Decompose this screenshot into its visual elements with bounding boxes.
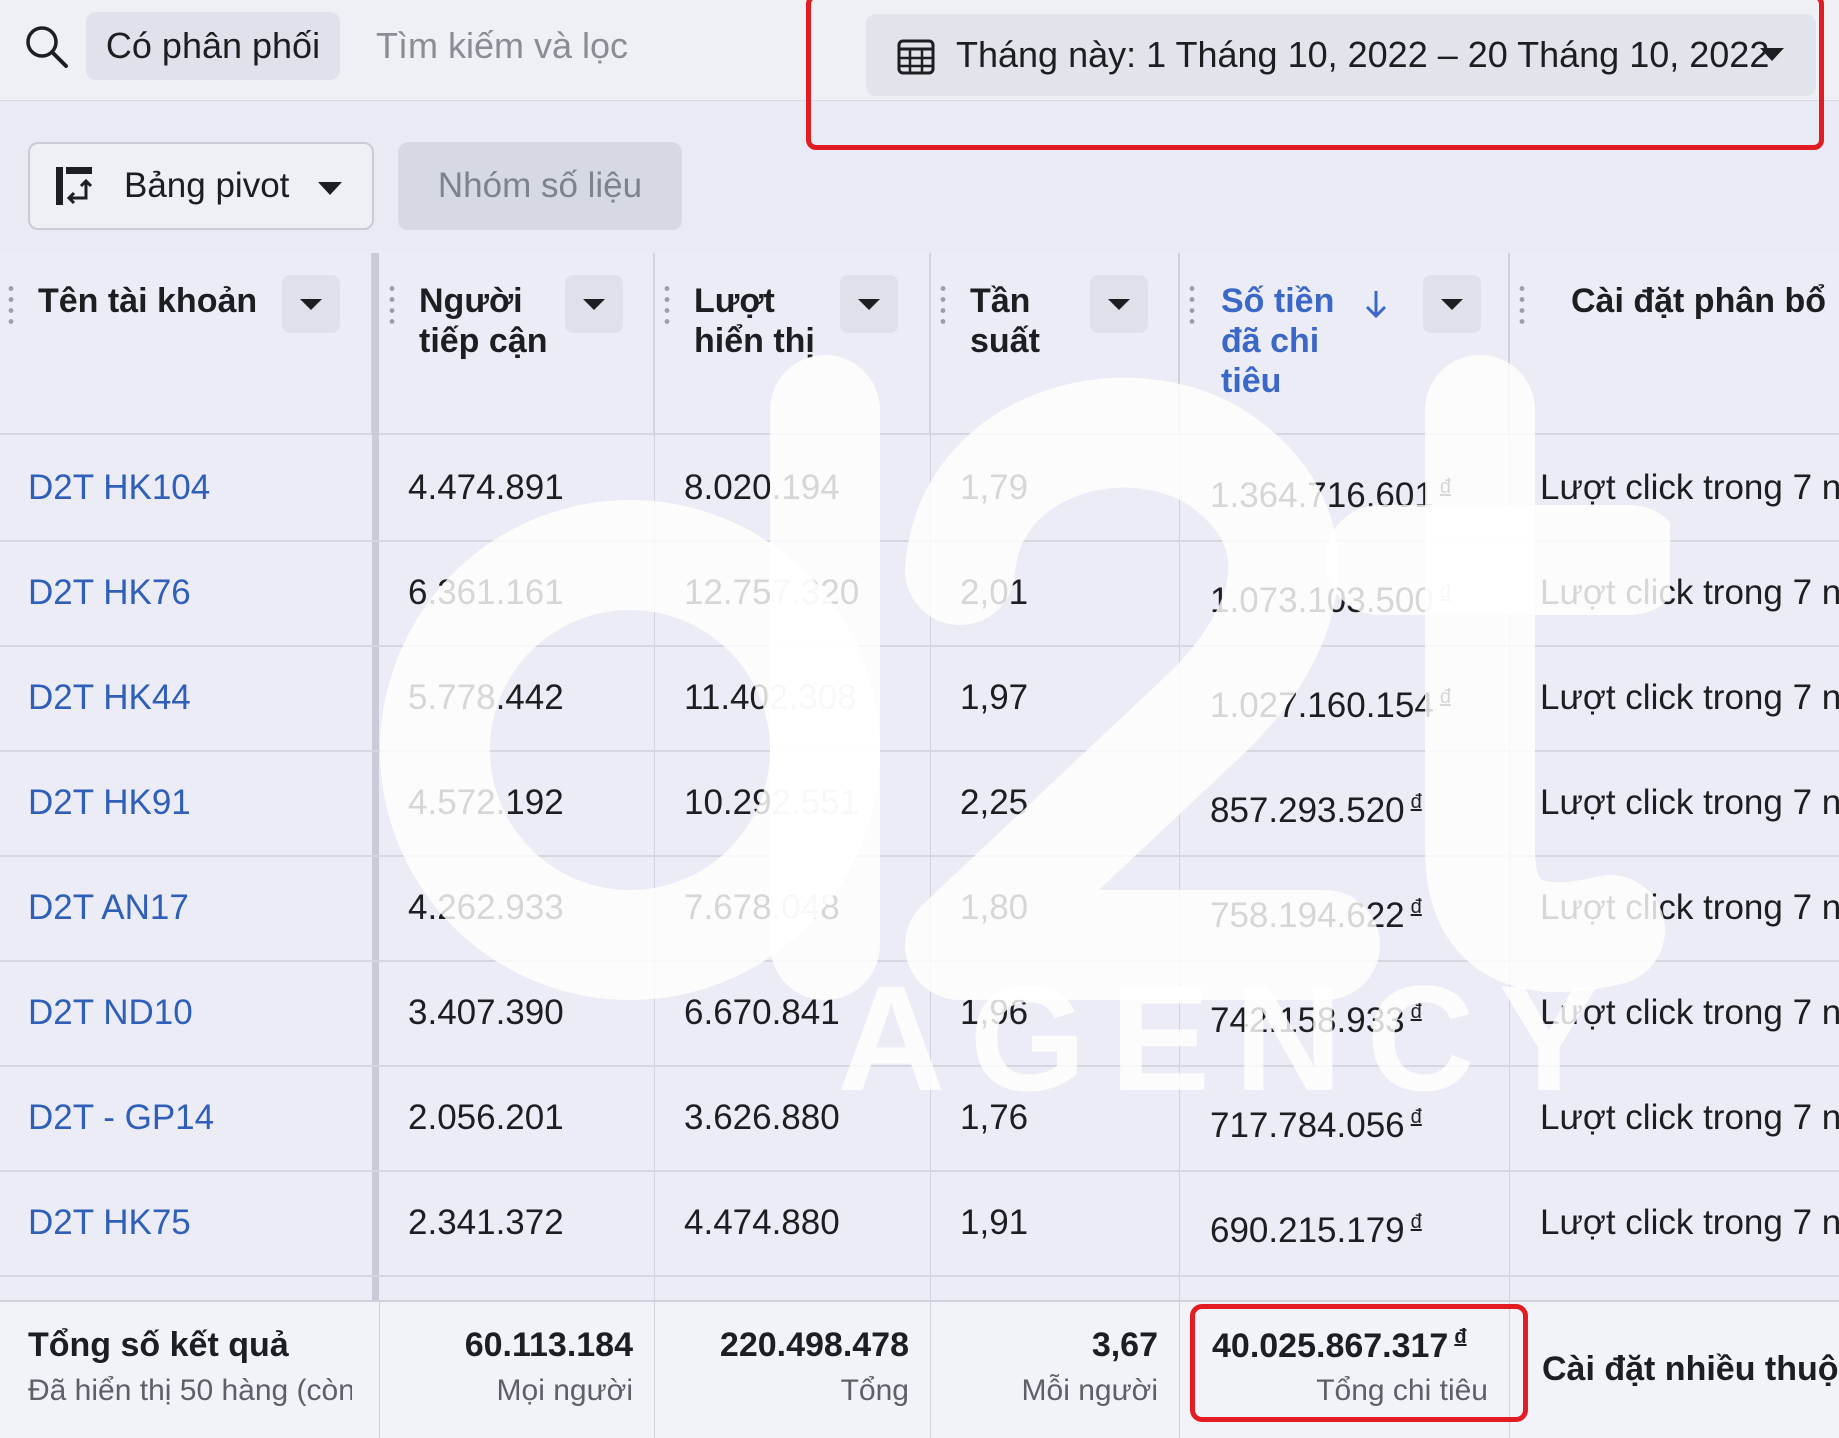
rows-shown-text: Đã hiển thị 50 hàng (còn	[28, 1374, 352, 1407]
impressions-cell: 6.670.841	[684, 993, 840, 1032]
totals-label-cell: Tổng số kết quả Đã hiển thị 50 hàng (còn	[0, 1302, 378, 1438]
drag-handle-icon[interactable]	[389, 283, 395, 327]
column-header-attribution[interactable]: Cài đặt phân bổ	[1509, 253, 1839, 433]
frequency-cell: 1,96	[960, 993, 1029, 1032]
reach-cell: 2.056.201	[408, 1098, 564, 1137]
sort-descending-icon[interactable]	[1363, 289, 1389, 319]
spend-cell: 690.215.179 đ	[1210, 1211, 1422, 1250]
account-name-link[interactable]: D2T ND10	[28, 960, 193, 1065]
account-name-link[interactable]: D2T HK104	[28, 435, 210, 540]
reach-cell: 2.341.372	[408, 1203, 564, 1242]
pivot-icon	[56, 167, 93, 205]
frequency-cell: 1,76	[960, 1098, 1029, 1137]
attribution-cell: Lượt click trong 7 n	[1540, 888, 1839, 927]
search-input[interactable]: Tìm kiếm và lọc	[376, 12, 628, 80]
impressions-cell: 11.402.308	[684, 678, 857, 717]
column-menu-button[interactable]	[840, 275, 898, 333]
impressions-cell: 3.626.880	[684, 1098, 840, 1137]
reach-cell: 4.474.891	[408, 468, 564, 507]
frequency-total-cell: 3,67 Mỗi người	[930, 1302, 1180, 1438]
data-table: Tên tài khoản Người tiếp cận Lượt hiển t…	[0, 253, 1839, 1438]
attribution-cell: Lượt click trong 7 n	[1540, 1203, 1839, 1242]
table-row[interactable]: D2T HK75 2.341.372 4.474.880 1,91 690.21…	[0, 1170, 1839, 1275]
spend-cell: 1.027.160.154 đ	[1210, 686, 1451, 725]
chevron-down-icon	[318, 182, 342, 195]
table-row[interactable]: D2T HK44 5.778.442 11.402.308 1,97 1.027…	[0, 645, 1839, 750]
column-menu-button[interactable]	[1423, 275, 1481, 333]
metric-group-button[interactable]: Nhóm số liệu	[398, 142, 682, 230]
reach-cell: 3.407.390	[408, 993, 564, 1032]
reach-cell: 5.778.442	[408, 678, 564, 717]
filter-chip-delivery[interactable]: Có phân phối	[86, 12, 340, 80]
attribution-cell: Lượt click trong 7 n	[1540, 993, 1839, 1032]
reach-total-cell: 60.113.184 Mọi người	[379, 1302, 655, 1438]
reach-cell: 6.361.161	[408, 573, 564, 612]
column-menu-button[interactable]	[282, 275, 340, 333]
search-icon[interactable]	[22, 22, 70, 70]
spend-cell: 717.784.056 đ	[1210, 1106, 1422, 1145]
frequency-cell: 1,97	[960, 678, 1029, 717]
table-row[interactable]: D2T HK104 4.474.891 8.020.194 1,79 1.364…	[0, 435, 1839, 540]
pivot-table-label: Bảng pivot	[124, 166, 290, 205]
drag-handle-icon[interactable]	[1519, 283, 1525, 327]
column-header-impressions[interactable]: Lượt hiển thị	[654, 253, 930, 433]
attribution-total-cell: Cài đặt nhiều thuộc	[1509, 1302, 1839, 1438]
table-row[interactable]: D2T ND10 3.407.390 6.670.841 1,96 742.15…	[0, 960, 1839, 1065]
account-name-link[interactable]: D2T - GP14	[28, 1065, 214, 1170]
spend-cell: 758.194.622 đ	[1210, 896, 1422, 935]
impressions-cell: 8.020.194	[684, 468, 840, 507]
impressions-cell: 10.292.551	[684, 783, 860, 822]
drag-handle-icon[interactable]	[1189, 283, 1195, 327]
column-menu-button[interactable]	[1090, 275, 1148, 333]
column-header-reach[interactable]: Người tiếp cận	[379, 253, 654, 433]
attribution-cell: Lượt click trong 7 n	[1540, 783, 1839, 822]
pivot-table-button[interactable]: Bảng pivot	[28, 142, 374, 230]
account-name-link[interactable]: D2T HK75	[28, 1170, 191, 1275]
impressions-cell: 4.474.880	[684, 1203, 840, 1242]
totals-row: Tổng số kết quả Đã hiển thị 50 hàng (còn…	[0, 1300, 1839, 1438]
attribution-cell: Lượt click trong 7 n	[1540, 573, 1839, 612]
table-row[interactable]: D2T - GP14 2.056.201 3.626.880 1,76 717.…	[0, 1065, 1839, 1170]
column-menu-button[interactable]	[565, 275, 623, 333]
spend-cell: 1.073.103.500 đ	[1210, 581, 1451, 620]
spend-cell: 857.293.520 đ	[1210, 791, 1422, 830]
drag-handle-icon[interactable]	[664, 283, 670, 327]
impressions-total-cell: 220.498.478 Tổng	[654, 1302, 931, 1438]
drag-handle-icon[interactable]	[8, 283, 14, 327]
frequency-cell: 1,80	[960, 888, 1029, 927]
column-header-spend[interactable]: Số tiền đã chi tiêu	[1179, 253, 1509, 433]
attribution-cell: Lượt click trong 7 n	[1540, 678, 1839, 717]
column-header-frequency[interactable]: Tần suất	[930, 253, 1179, 433]
table-row[interactable]: D2T HK91 4.572.192 10.292.551 2,25 857.2…	[0, 750, 1839, 855]
highlight-box-date-range	[806, 0, 1824, 150]
impressions-cell: 7.678.048	[684, 888, 840, 927]
totals-title: Tổng số kết quả	[28, 1326, 289, 1364]
table-row[interactable]: D2T AN17 4.262.933 7.678.048 1,80 758.19…	[0, 855, 1839, 960]
attribution-cell: Lượt click trong 7 n	[1540, 1098, 1839, 1137]
account-name-link[interactable]: D2T AN17	[28, 855, 189, 960]
attribution-cell: Lượt click trong 7 n	[1540, 468, 1839, 507]
row-divider	[0, 1275, 1839, 1277]
highlight-box-total-spend	[1190, 1304, 1528, 1422]
account-name-link[interactable]: D2T HK76	[28, 540, 191, 645]
frequency-cell: 1,79	[960, 468, 1029, 507]
drag-handle-icon[interactable]	[940, 283, 946, 327]
frequency-cell: 1,91	[960, 1203, 1029, 1242]
reach-cell: 4.572.192	[408, 783, 564, 822]
frequency-cell: 2,25	[960, 783, 1029, 822]
account-name-link[interactable]: D2T HK44	[28, 645, 191, 750]
frequency-cell: 2,01	[960, 573, 1029, 612]
table-row[interactable]: D2T HK76 6.361.161 12.757.320 2,01 1.073…	[0, 540, 1839, 645]
reach-cell: 4.262.933	[408, 888, 564, 927]
impressions-cell: 12.757.320	[684, 573, 860, 612]
spend-cell: 1.364.716.601 đ	[1210, 476, 1451, 515]
column-header-account[interactable]: Tên tài khoản	[0, 253, 372, 433]
account-name-link[interactable]: D2T HK91	[28, 750, 191, 855]
spend-cell: 742.158.933 đ	[1210, 1001, 1422, 1040]
